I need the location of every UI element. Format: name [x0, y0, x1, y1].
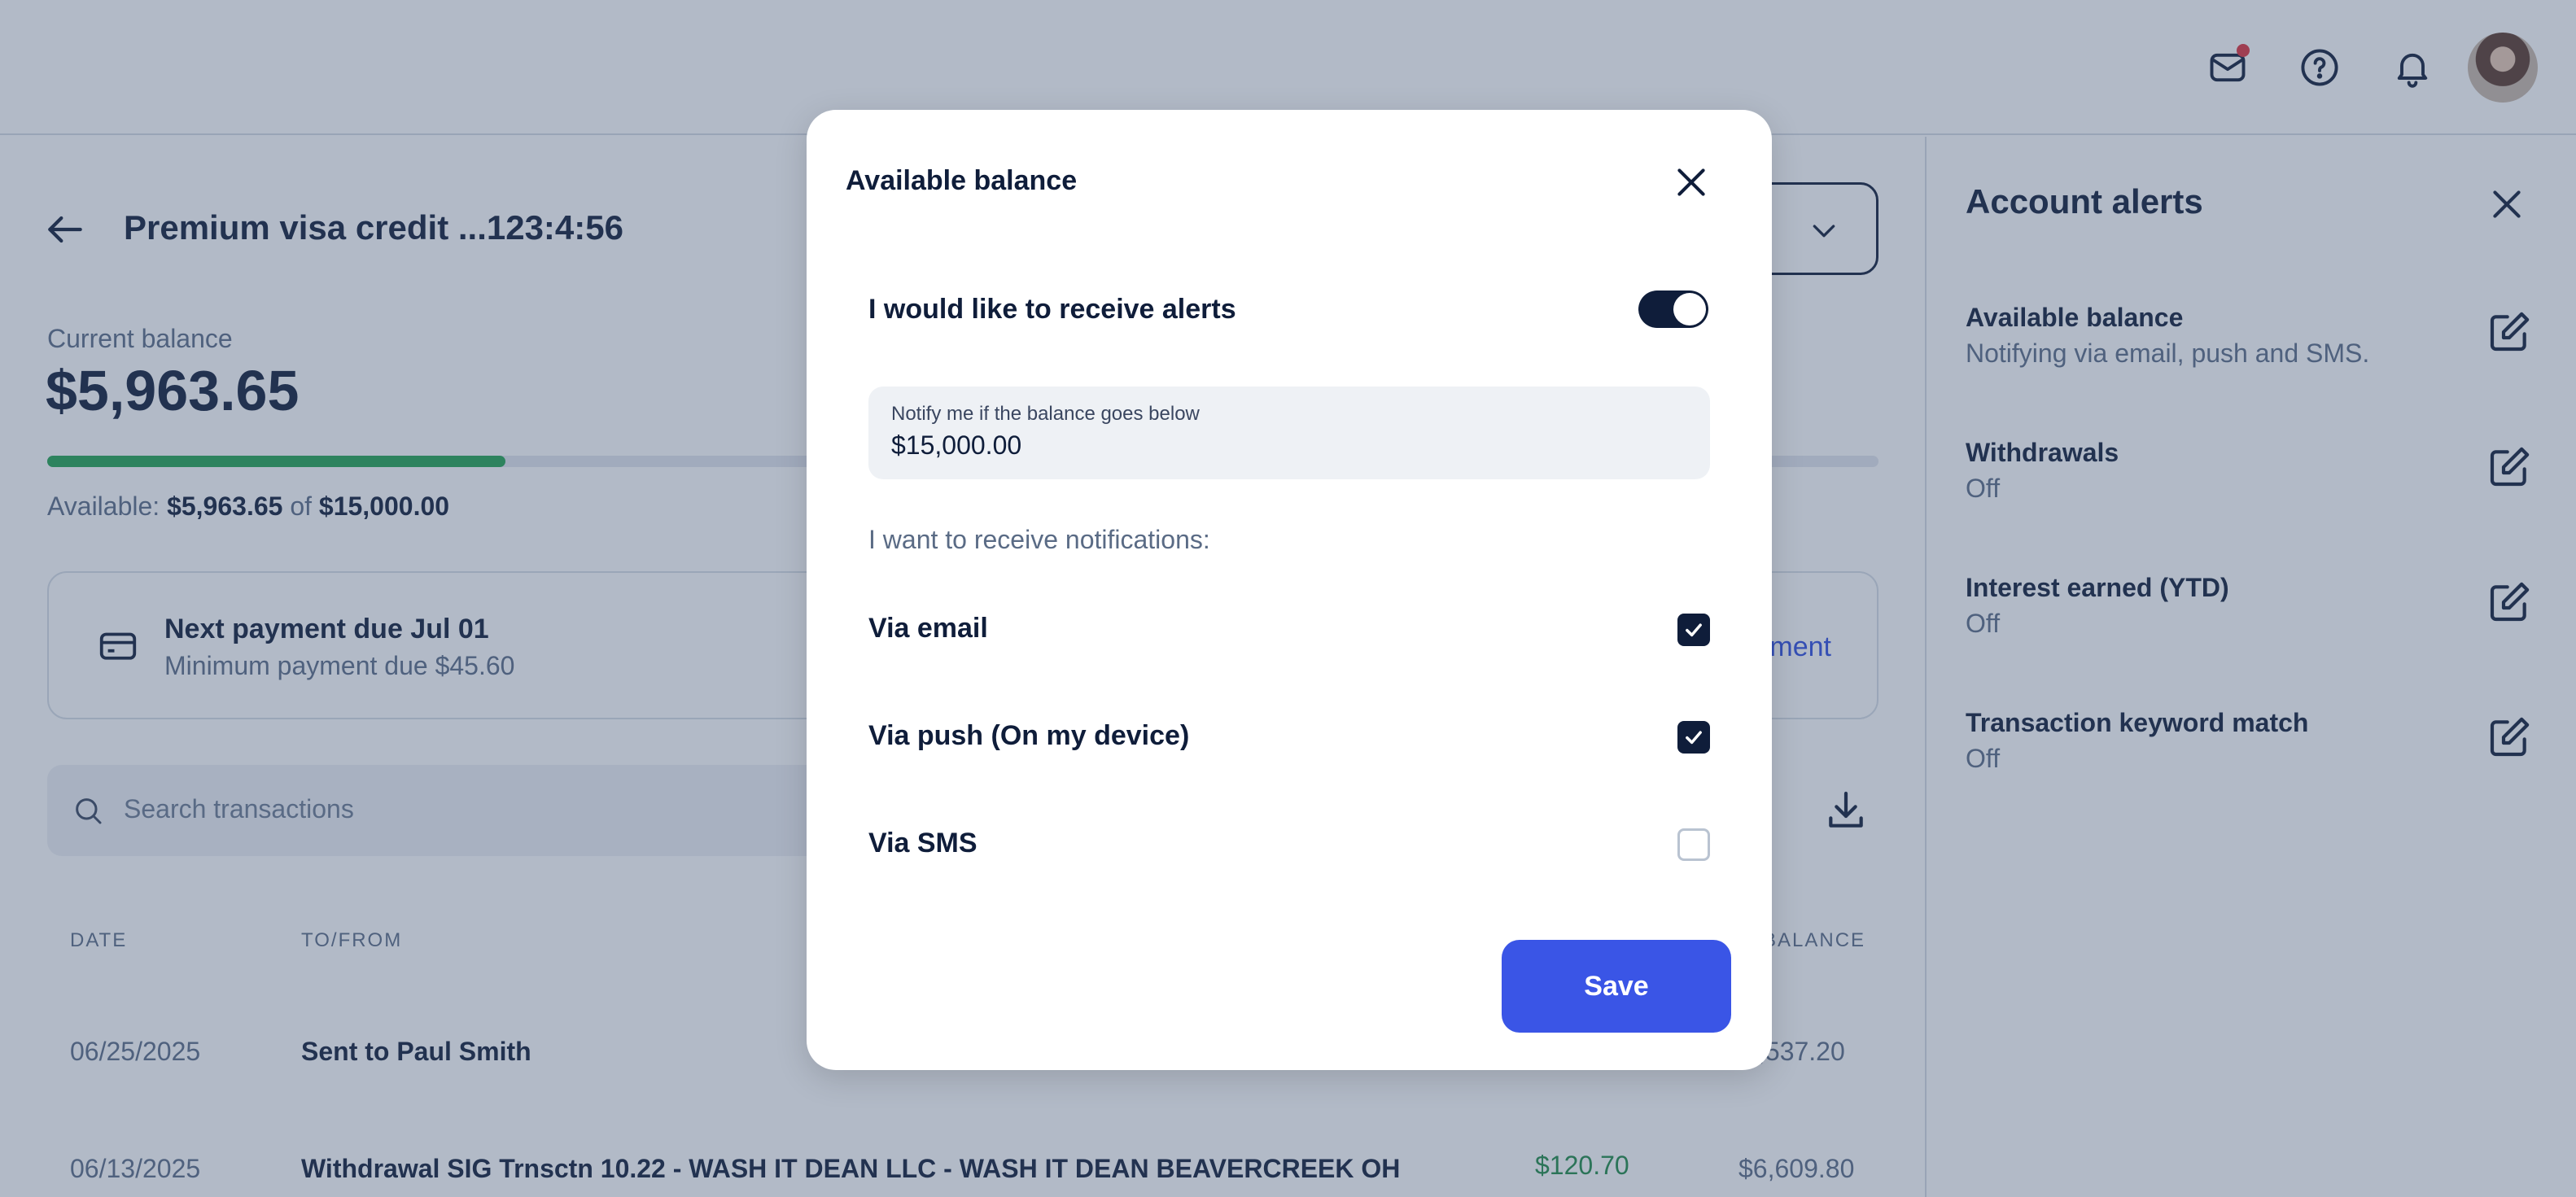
checkmark-icon — [1686, 731, 1702, 745]
notifications-label: I want to receive notifications: — [868, 525, 1210, 554]
email-checkbox[interactable] — [1677, 614, 1710, 646]
alerts-toggle[interactable] — [1638, 291, 1708, 328]
modal-title: Available balance — [846, 165, 1078, 196]
threshold-label: Notify me if the balance goes below — [891, 403, 1200, 425]
alert-settings-modal: Available balance I would like to receiv… — [807, 110, 1772, 1070]
threshold-value: $15,000.00 — [891, 430, 1022, 460]
alerts-toggle-label: I would like to receive alerts — [868, 294, 1236, 325]
save-button[interactable]: Save — [1502, 940, 1731, 1033]
checkmark-icon — [1686, 623, 1702, 637]
close-icon[interactable] — [1671, 162, 1712, 203]
balance-threshold-field[interactable]: Notify me if the balance goes below $15,… — [868, 387, 1710, 479]
toggle-knob — [1673, 293, 1706, 325]
push-checkbox[interactable] — [1677, 721, 1710, 754]
option-label-push: Via push (On my device) — [868, 720, 1190, 751]
option-label-email: Via email — [868, 613, 988, 644]
sms-checkbox[interactable] — [1677, 828, 1710, 861]
option-label-sms: Via SMS — [868, 828, 977, 858]
